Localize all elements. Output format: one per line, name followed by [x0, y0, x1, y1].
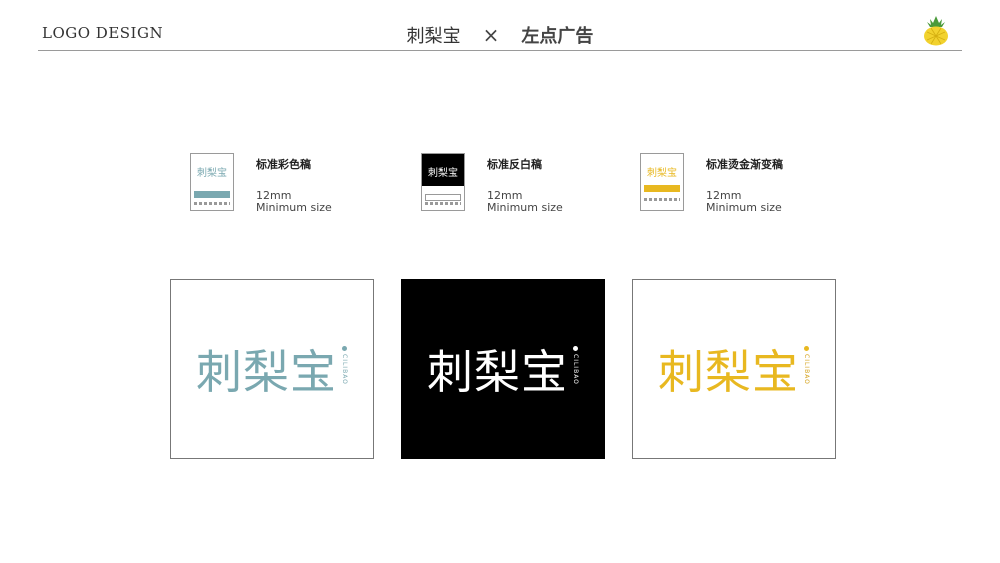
- pineapple-icon: [924, 16, 948, 46]
- header-divider: [38, 50, 962, 51]
- thumb-color: 刺梨宝: [190, 153, 234, 211]
- spec-title: 标准反白稿: [487, 158, 542, 171]
- spec-reverse: 刺梨宝 标准反白稿 12mm Minimum size: [421, 153, 563, 214]
- thumb-box: [425, 194, 461, 201]
- logo-tagline: CILIBAO: [341, 354, 348, 385]
- thumb-logo: 刺梨宝: [647, 168, 677, 179]
- thumb-lines: [644, 198, 680, 201]
- logo-card-gold: 刺梨宝 CILIBAO: [632, 279, 836, 459]
- logo-card-reverse: 刺梨宝 CILIBAO: [401, 279, 605, 459]
- thumb-lines: [194, 202, 230, 205]
- logo-tagline: CILIBAO: [803, 354, 810, 385]
- header-brands: 刺梨宝 × 左点广告: [0, 22, 1000, 48]
- thumb-bar: [644, 185, 680, 192]
- thumb-logo: 刺梨宝: [197, 168, 227, 179]
- thumb-logo: 刺梨宝: [428, 168, 458, 179]
- spec-gold: 刺梨宝 标准烫金渐变稿 12mm Minimum size: [640, 153, 783, 214]
- times-symbol: ×: [482, 23, 500, 47]
- spec-caption: Minimum size: [487, 201, 563, 214]
- logo-wordmark: 刺梨宝: [658, 345, 799, 399]
- brand-a: 刺梨宝: [406, 26, 461, 47]
- logo-dot: [573, 346, 578, 351]
- thumb-bar: [194, 191, 230, 198]
- logo-wordmark: 刺梨宝: [196, 345, 337, 399]
- spec-caption: Minimum size: [256, 201, 332, 214]
- spec-title: 标准烫金渐变稿: [706, 158, 783, 171]
- logo-dot: [804, 346, 809, 351]
- logo-dot: [342, 346, 347, 351]
- thumb-reverse: 刺梨宝: [421, 153, 465, 211]
- spec-title: 标准彩色稿: [256, 158, 311, 171]
- logo-card-color: 刺梨宝 CILIBAO: [170, 279, 374, 459]
- spec-color: 刺梨宝 标准彩色稿 12mm Minimum size: [190, 153, 332, 214]
- thumb-gold: 刺梨宝: [640, 153, 684, 211]
- spec-caption: Minimum size: [706, 201, 782, 214]
- logo-wordmark: 刺梨宝: [427, 345, 568, 399]
- thumb-lines: [425, 202, 461, 205]
- brand-b: 左点广告: [521, 26, 594, 47]
- logo-tagline: CILIBAO: [572, 354, 579, 385]
